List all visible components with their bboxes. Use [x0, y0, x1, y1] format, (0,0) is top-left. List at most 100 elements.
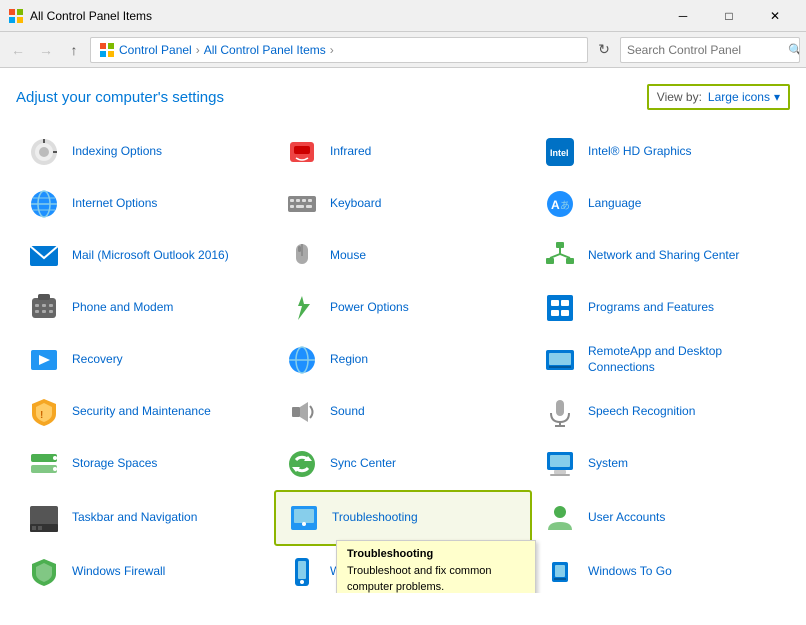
cp-item-intel-hd-graphics[interactable]: IntelIntel® HD Graphics [532, 126, 790, 178]
cp-item-keyboard[interactable]: Keyboard [274, 178, 532, 230]
taskbar-navigation-icon [26, 500, 62, 536]
cp-item-windows-firewall[interactable]: Windows Firewall [16, 546, 274, 593]
window-title: All Control Panel Items [30, 9, 660, 23]
maximize-button[interactable]: □ [706, 0, 752, 32]
internet-options-icon [26, 186, 62, 222]
cp-item-language[interactable]: AあLanguage [532, 178, 790, 230]
search-input[interactable] [621, 43, 788, 57]
breadcrumb: Control Panel › All Control Panel Items … [90, 37, 588, 63]
sync-center-label: Sync Center [330, 456, 396, 472]
network-sharing-icon [542, 238, 578, 274]
breadcrumb-control-panel[interactable]: Control Panel [119, 43, 192, 57]
window-controls: ─ □ ✕ [660, 0, 798, 32]
mail-outlook-icon [26, 238, 62, 274]
cp-item-taskbar-navigation[interactable]: Taskbar and Navigation [16, 490, 274, 546]
cp-item-region[interactable]: Region [274, 334, 532, 386]
sound-label: Sound [330, 404, 365, 420]
recovery-label: Recovery [72, 352, 123, 368]
user-accounts-label: User Accounts [588, 510, 665, 526]
cp-item-mouse[interactable]: Mouse [274, 230, 532, 282]
recovery-icon [26, 342, 62, 378]
search-box: 🔍 [620, 37, 800, 63]
windows-firewall-icon [26, 554, 62, 590]
content-area: Adjust your computer's settings View by:… [0, 68, 806, 593]
control-panel-icon [99, 42, 115, 58]
mouse-icon [284, 238, 320, 274]
cp-item-windows-to-go[interactable]: Windows To Go [532, 546, 790, 593]
cp-item-troubleshooting[interactable]: TroubleshootingTroubleshootingTroublesho… [274, 490, 532, 546]
adjust-title: Adjust your computer's settings [16, 89, 224, 106]
items-grid: Indexing Options InfraredIntelIntel® HD G… [16, 126, 790, 593]
system-icon [542, 446, 578, 482]
close-button[interactable]: ✕ [752, 0, 798, 32]
storage-spaces-label: Storage Spaces [72, 456, 157, 472]
speech-recognition-label: Speech Recognition [588, 404, 695, 420]
taskbar-navigation-label: Taskbar and Navigation [72, 510, 197, 526]
intel-hd-graphics-icon: Intel [542, 134, 578, 170]
back-button[interactable]: ← [6, 38, 30, 62]
view-by-label: View by: [657, 90, 702, 104]
indexing-options-label: Indexing Options [72, 144, 162, 160]
breadcrumb-all-items[interactable]: All Control Panel Items [204, 43, 326, 57]
remoteapp-icon [542, 342, 578, 378]
mail-outlook-label: Mail (Microsoft Outlook 2016) [72, 248, 229, 264]
cp-item-speech-recognition[interactable]: Speech Recognition [532, 386, 790, 438]
storage-spaces-icon [26, 446, 62, 482]
windows-mobile-icon [284, 554, 320, 590]
forward-button[interactable]: → [34, 38, 58, 62]
cp-item-power-options[interactable]: Power Options [274, 282, 532, 334]
svg-text:Intel: Intel [550, 148, 569, 158]
sound-icon [284, 394, 320, 430]
programs-features-icon [542, 290, 578, 326]
security-maintenance-label: Security and Maintenance [72, 404, 211, 420]
cp-item-storage-spaces[interactable]: Storage Spaces [16, 438, 274, 490]
cp-item-remoteapp[interactable]: RemoteApp and Desktop Connections [532, 334, 790, 386]
svg-text:あ: あ [560, 200, 570, 212]
cp-item-internet-options[interactable]: Internet Options [16, 178, 274, 230]
svg-text:!: ! [40, 410, 43, 421]
troubleshooting-icon [286, 500, 322, 536]
remoteapp-label: RemoteApp and Desktop Connections [588, 344, 780, 375]
windows-firewall-label: Windows Firewall [72, 564, 165, 580]
programs-features-label: Programs and Features [588, 300, 714, 316]
title-bar: All Control Panel Items ─ □ ✕ [0, 0, 806, 32]
cp-item-indexing-options[interactable]: Indexing Options [16, 126, 274, 178]
up-button[interactable]: ↑ [62, 38, 86, 62]
view-by-button[interactable]: Large icons ▾ [708, 90, 780, 104]
infrared-icon [284, 134, 320, 170]
indexing-options-icon [26, 134, 62, 170]
search-button[interactable]: 🔍 [788, 37, 800, 63]
cp-item-system[interactable]: System [532, 438, 790, 490]
cp-item-programs-features[interactable]: Programs and Features [532, 282, 790, 334]
cp-item-security-maintenance[interactable]: ! Security and Maintenance [16, 386, 274, 438]
cp-item-network-sharing[interactable]: Network and Sharing Center [532, 230, 790, 282]
cp-item-user-accounts[interactable]: User Accounts [532, 490, 790, 546]
refresh-button[interactable]: ↻ [592, 38, 616, 62]
address-bar: ← → ↑ Control Panel › All Control Panel … [0, 32, 806, 68]
phone-modem-icon [26, 290, 62, 326]
cp-item-phone-modem[interactable]: Phone and Modem [16, 282, 274, 334]
cp-item-sound[interactable]: Sound [274, 386, 532, 438]
power-options-icon [284, 290, 320, 326]
adjust-header: Adjust your computer's settings View by:… [16, 84, 790, 110]
windows-to-go-icon [542, 554, 578, 590]
language-label: Language [588, 196, 641, 212]
cp-item-sync-center[interactable]: Sync Center [274, 438, 532, 490]
speech-recognition-icon [542, 394, 578, 430]
user-accounts-icon [542, 500, 578, 536]
keyboard-icon [284, 186, 320, 222]
view-by-container: View by: Large icons ▾ [647, 84, 790, 110]
troubleshooting-label: Troubleshooting [332, 510, 418, 526]
view-by-value: Large icons [708, 90, 770, 104]
minimize-button[interactable]: ─ [660, 0, 706, 32]
cp-item-infrared[interactable]: Infrared [274, 126, 532, 178]
cp-item-recovery[interactable]: Recovery [16, 334, 274, 386]
security-maintenance-icon: ! [26, 394, 62, 430]
cp-item-mail-outlook[interactable]: Mail (Microsoft Outlook 2016) [16, 230, 274, 282]
mouse-label: Mouse [330, 248, 366, 264]
system-label: System [588, 456, 628, 472]
network-sharing-label: Network and Sharing Center [588, 248, 739, 264]
app-icon [8, 8, 24, 24]
power-options-label: Power Options [330, 300, 409, 316]
keyboard-label: Keyboard [330, 196, 381, 212]
